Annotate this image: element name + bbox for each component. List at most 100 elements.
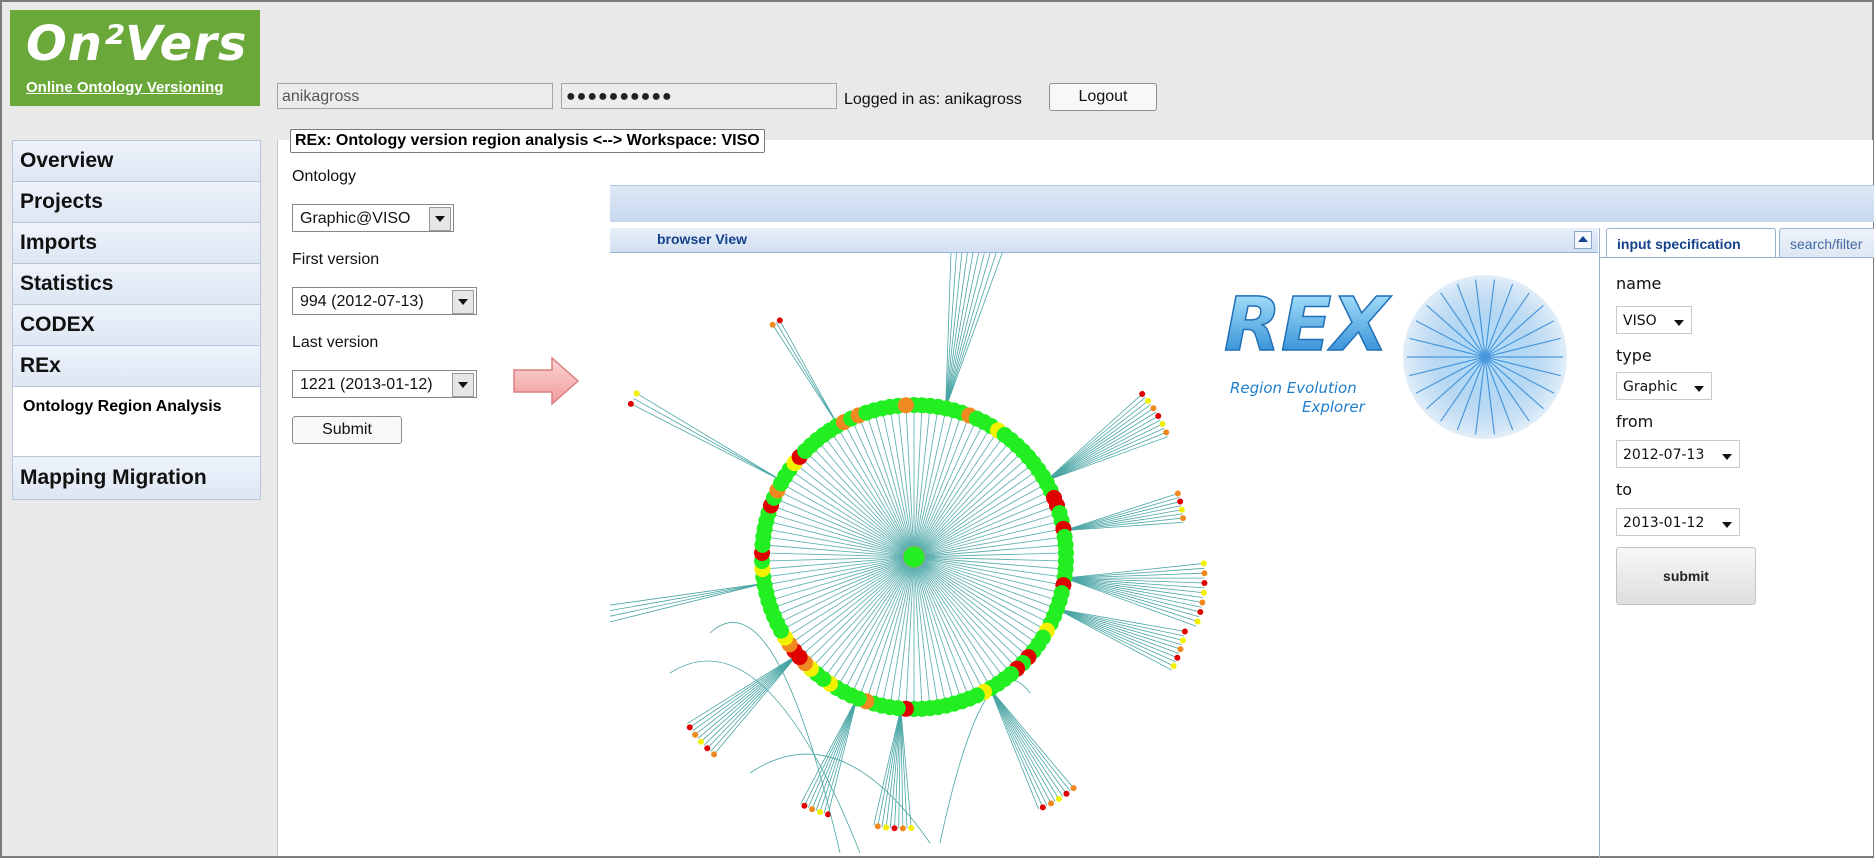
cluster-edge: [692, 654, 798, 732]
cluster-edge: [989, 688, 1044, 808]
from-select[interactable]: 2012-07-13: [1616, 440, 1740, 468]
first-version-select[interactable]: 994 (2012-07-13): [292, 287, 477, 315]
cluster-edge: [945, 253, 985, 409]
cluster-edge: [1045, 407, 1154, 482]
spoke-edge: [804, 450, 915, 558]
spoke-edge: [780, 556, 915, 632]
password-field[interactable]: ●●●●●●●●●●: [561, 83, 837, 109]
spoke-edge: [913, 556, 1062, 594]
cluster-edge: [687, 654, 798, 724]
first-version-label: First version: [292, 251, 380, 268]
cluster-edge: [989, 688, 1067, 795]
arrow-right-icon: [513, 356, 580, 406]
spoke-edge: [913, 497, 1055, 558]
last-version-select[interactable]: 1221 (2013-01-12): [292, 370, 477, 398]
leaf-node: [1194, 618, 1201, 625]
leaf-node: [874, 823, 881, 830]
cluster-edge: [1063, 493, 1178, 531]
cluster-edge: [1045, 423, 1163, 482]
leaf-node: [776, 317, 783, 324]
spoke-edge: [773, 556, 915, 617]
cluster-edge: [989, 688, 1071, 792]
cluster-edge: [772, 324, 839, 426]
type-select-value: Graphic: [1623, 379, 1678, 395]
spoke-edge: [913, 556, 1048, 632]
type-label: type: [1616, 346, 1652, 365]
cluster-edge: [1056, 608, 1181, 650]
logout-button[interactable]: Logout: [1049, 83, 1157, 111]
cluster-edge: [1056, 608, 1185, 632]
spoke-edge: [773, 497, 915, 558]
leaf-node: [1201, 570, 1208, 577]
cluster-edge: [815, 697, 858, 811]
ontology-select[interactable]: Graphic@VISO: [292, 204, 454, 232]
sidebar-item-imports[interactable]: Imports: [12, 223, 261, 264]
spoke-edge: [789, 556, 915, 645]
leaf-node: [1180, 515, 1187, 522]
cluster-edge: [1064, 577, 1200, 618]
collapse-icon[interactable]: [1574, 231, 1592, 249]
sidebar-item-codex[interactable]: CODEX: [12, 305, 261, 346]
spoke-edge: [850, 418, 915, 558]
rex-submit-button[interactable]: submit: [1616, 547, 1756, 605]
ring-node: [897, 397, 914, 414]
sidebar-subitem-ontology-region-analysis[interactable]: Ontology Region Analysis: [12, 387, 261, 457]
curved-edge: [709, 622, 841, 854]
leaf-node: [686, 724, 693, 731]
sidebar-item-statistics[interactable]: Statistics: [12, 264, 261, 305]
hub-node: [902, 545, 926, 569]
spoke-edge: [913, 469, 1039, 558]
sidebar-item-mapping-migration[interactable]: Mapping Migration: [12, 456, 261, 500]
cluster-edge: [1056, 608, 1176, 663]
username-field[interactable]: anikagross: [277, 83, 553, 109]
leaf-node: [1150, 405, 1157, 412]
cluster-edge: [989, 688, 1074, 789]
panel-legend: REx: Ontology version region analysis <-…: [290, 129, 765, 153]
leaf-node: [1159, 421, 1166, 428]
login-status: Logged in as: anikagross: [844, 91, 1022, 108]
cluster-edge: [1064, 567, 1205, 579]
last-version-value: 1221 (2013-01-12): [300, 376, 433, 393]
sidebar-item-overview[interactable]: Overview: [12, 140, 261, 182]
leaf-node: [627, 400, 634, 407]
spoke-edge: [777, 490, 915, 558]
cluster-edge: [636, 393, 783, 482]
panel-divider[interactable]: [1599, 228, 1600, 858]
tab-search-filter[interactable]: search/filter: [1779, 228, 1874, 258]
name-select[interactable]: VISO: [1616, 306, 1692, 334]
leaf-node: [1178, 506, 1185, 513]
leaf-node: [692, 731, 699, 738]
from-select-value: 2012-07-13: [1623, 447, 1705, 463]
ontology-label: Ontology: [292, 168, 357, 185]
rex-logo-text: REX: [1224, 282, 1393, 368]
spoke-edge: [766, 520, 915, 558]
tab-input-specification[interactable]: input specification: [1606, 228, 1776, 258]
sidebar-item-rex[interactable]: REx: [12, 346, 261, 387]
to-select[interactable]: 2013-01-12: [1616, 508, 1740, 536]
spoke-edge: [913, 490, 1051, 558]
leaf-node: [711, 751, 718, 758]
cluster-edge: [1045, 431, 1167, 482]
cluster-edge: [945, 253, 1003, 409]
leaf-node: [1170, 663, 1177, 670]
cluster-edge: [630, 403, 783, 482]
cluster-edge: [1056, 608, 1178, 659]
spoke-edge: [913, 456, 1029, 558]
cluster-edge: [1063, 497, 1180, 531]
app-logo[interactable]: On²Vers Online Ontology Versioning: [10, 10, 260, 106]
logo-subtitle[interactable]: Online Ontology Versioning: [26, 79, 224, 96]
leaf-node: [1055, 795, 1062, 802]
cluster-edge: [811, 697, 858, 810]
submit-button[interactable]: Submit: [292, 416, 402, 444]
spoke-edge: [766, 556, 915, 594]
type-select[interactable]: Graphic: [1616, 372, 1712, 400]
cluster-edge: [989, 688, 1052, 804]
cluster-edge: [1064, 577, 1204, 599]
sidebar-item-projects[interactable]: Projects: [12, 182, 261, 223]
leaf-node: [1048, 800, 1055, 807]
leaf-node: [1177, 646, 1184, 653]
cluster-edge: [827, 697, 858, 815]
spoke-edge: [913, 412, 963, 558]
spoke-edge: [913, 556, 1051, 624]
chevron-down-icon: [1674, 320, 1684, 326]
